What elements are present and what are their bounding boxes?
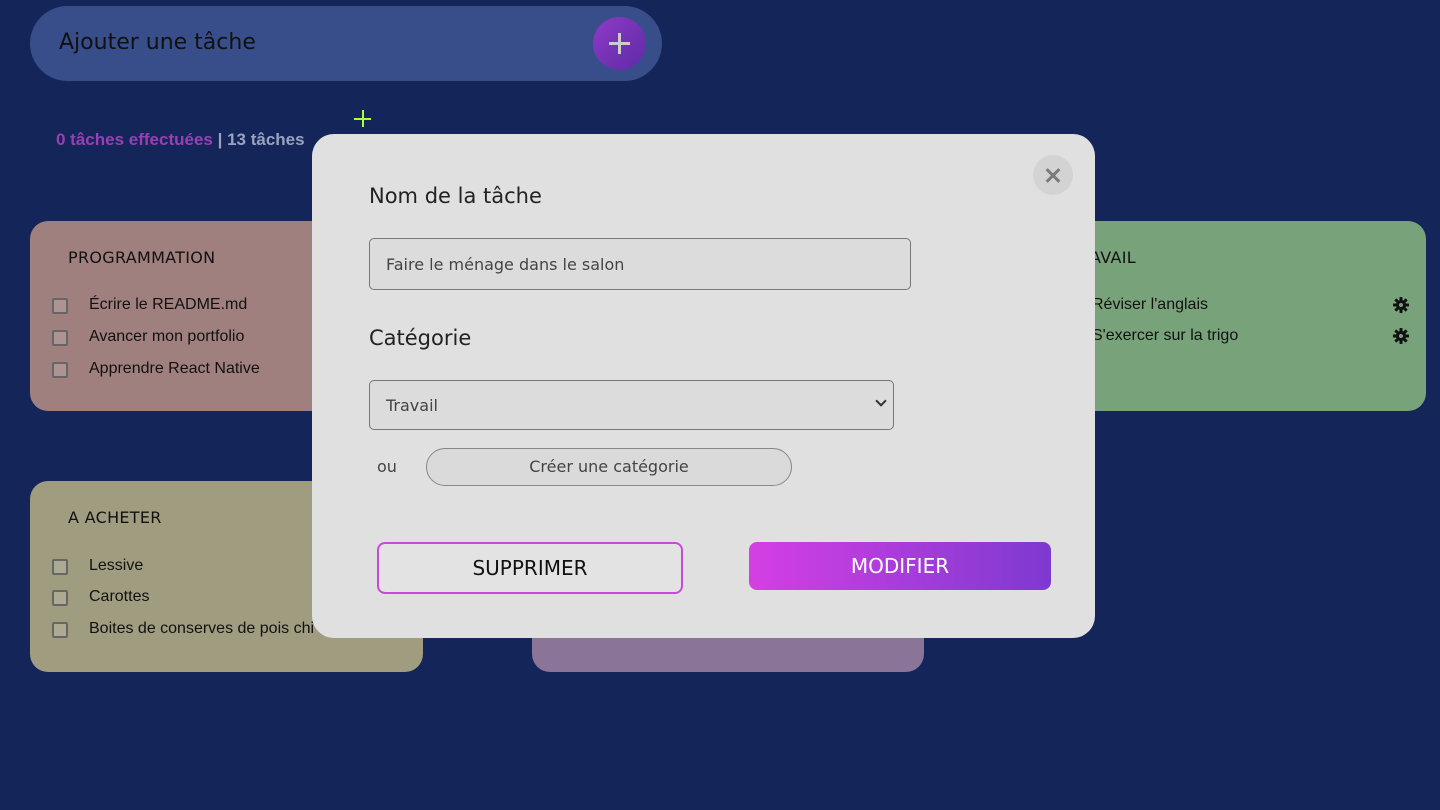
task-label: S'exercer sur la trigo [1092,327,1239,344]
add-task-label: Ajouter une tâche [59,30,256,55]
task-label: Apprendre React Native [89,360,260,377]
task-checkbox[interactable] [52,330,68,346]
category-label: Catégorie [369,326,472,350]
tasks-total-count: | 13 tâches [212,130,305,149]
category-title: AVAIL [1090,248,1136,267]
task-label: Réviser l'anglais [1092,296,1208,313]
modify-button[interactable]: MODIFIER [749,542,1051,590]
task-label: Avancer mon portfolio [89,328,245,345]
category-title: PROGRAMMATION [68,248,216,267]
task-label: Écrire le README.md [89,296,248,313]
chevron-down-icon [875,395,887,407]
task-name-label: Nom de la tâche [369,184,542,208]
add-task-button[interactable] [593,17,646,70]
category-selected-value: Travail [386,396,438,415]
task-checkbox[interactable] [52,590,68,606]
gear-icon[interactable] [1393,328,1409,344]
category-select[interactable]: Travail [369,380,894,430]
task-checkbox[interactable] [52,298,68,314]
create-category-button[interactable]: Créer une catégorie [426,448,792,486]
or-label: ou [377,457,397,476]
task-checkbox[interactable] [52,362,68,378]
task-label: Lessive [89,557,144,574]
tasks-done-count: 0 tâches effectuées [56,130,213,149]
task-checkbox[interactable] [52,559,68,575]
edit-task-modal: Nom de la tâche Catégorie Travail ou Cré… [312,134,1095,638]
task-label: Carottes [89,588,150,605]
task-name-input[interactable] [369,238,911,290]
plus-icon [352,108,373,129]
delete-button[interactable]: SUPPRIMER [377,542,683,594]
category-title: A ACHETER [68,508,162,527]
task-label: Boites de conserves de pois chi [89,620,315,637]
close-button[interactable] [1033,155,1073,195]
task-stats: 0 tâches effectuées | 13 tâches [56,130,305,150]
category-card-travail: AVAIL Réviser l'anglais S'exercer sur la… [1060,221,1426,411]
task-checkbox[interactable] [52,622,68,638]
gear-icon[interactable] [1393,297,1409,313]
add-task-bar[interactable]: Ajouter une tâche [30,6,662,81]
